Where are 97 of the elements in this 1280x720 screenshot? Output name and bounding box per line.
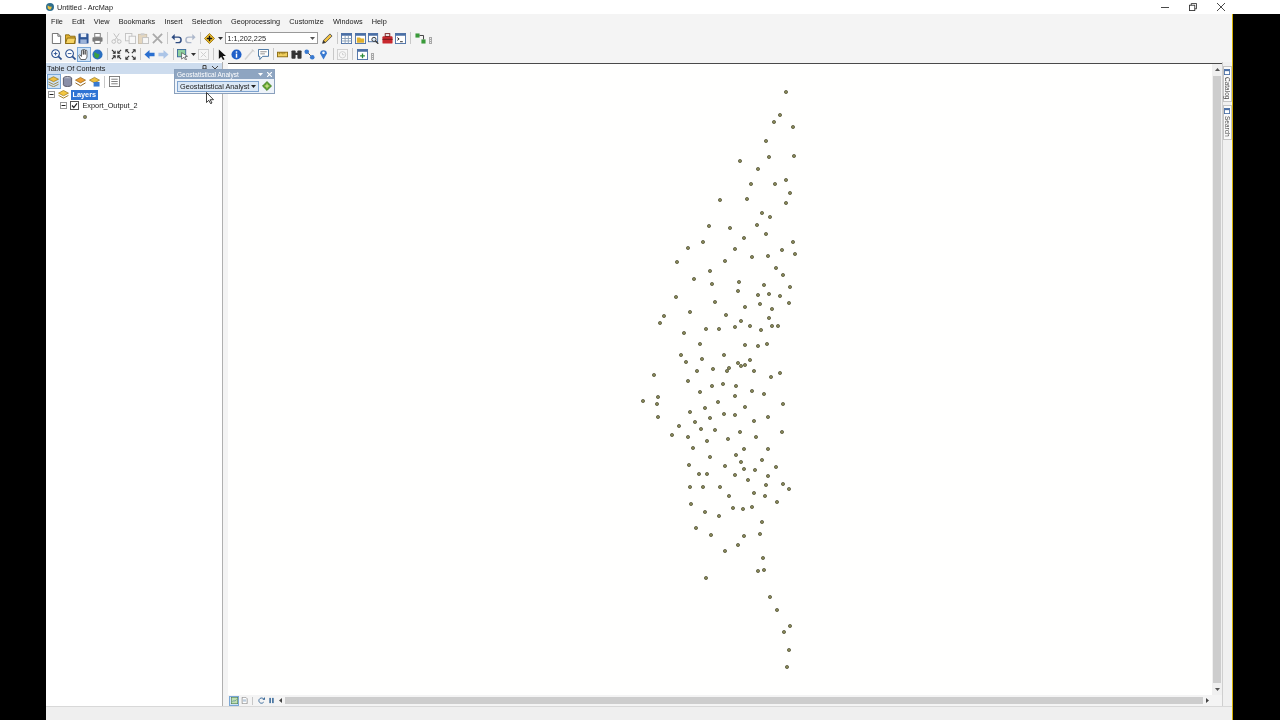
- table-button[interactable]: [340, 30, 354, 46]
- caret-icon: [258, 73, 264, 76]
- visibility-button[interactable]: [74, 74, 88, 89]
- window-icon: [1224, 69, 1230, 75]
- pin-icon[interactable]: [202, 65, 207, 72]
- viewer-window-button[interactable]: [355, 46, 369, 62]
- zoom-out-button[interactable]: [63, 46, 77, 62]
- hand-icon: [78, 48, 90, 60]
- search-button[interactable]: [367, 30, 381, 46]
- database-icon: [61, 76, 73, 87]
- globe-icon: [91, 48, 103, 60]
- checkbox[interactable]: [70, 101, 79, 110]
- right-arrow-icon: [157, 48, 169, 60]
- fixed-zoom-out-button[interactable]: [123, 46, 137, 62]
- minimize-icon: [1161, 6, 1169, 8]
- zoom-in-icon: [51, 48, 63, 60]
- grip-icon[interactable]: [371, 53, 374, 60]
- refresh-icon[interactable]: [257, 697, 265, 704]
- scrollbar-thumb[interactable]: [1213, 76, 1221, 683]
- html-popup-button[interactable]: [256, 46, 270, 62]
- model-builder-button[interactable]: [413, 30, 427, 46]
- scroll-right-icon[interactable]: [1206, 698, 1209, 703]
- map-pin-icon: [317, 48, 329, 60]
- caret-icon: [251, 84, 257, 88]
- zoom-in-button[interactable]: [50, 46, 64, 62]
- editor-button[interactable]: [320, 30, 334, 46]
- left-arrow-icon: [144, 48, 156, 60]
- scrollbar-thumb[interactable]: [285, 697, 1203, 704]
- pause-icon[interactable]: [267, 697, 275, 704]
- caret-icon: [217, 36, 223, 40]
- scroll-left-icon[interactable]: [279, 698, 282, 703]
- arrows-outward-icon: [124, 48, 136, 60]
- new-button[interactable]: [50, 30, 64, 46]
- expander-icon[interactable]: [48, 91, 55, 98]
- copy-icon: [124, 32, 136, 44]
- clock-window-icon: [337, 48, 349, 60]
- scroll-down-icon[interactable]: [1214, 688, 1220, 691]
- identify-button[interactable]: [229, 46, 243, 62]
- data-view-button[interactable]: [229, 695, 239, 706]
- layer-stack-icon: [75, 76, 87, 87]
- selection-button[interactable]: [87, 74, 101, 89]
- clipboard-icon: [138, 32, 150, 44]
- caret-icon: [309, 36, 315, 40]
- new-document-icon: [51, 32, 63, 44]
- layer-list-icon: [48, 76, 60, 87]
- magnifier-window-icon: [368, 32, 380, 44]
- plus-diamond-icon: [204, 32, 216, 44]
- undo-icon: [171, 32, 183, 44]
- layers-icon: [58, 90, 69, 99]
- toolbox-icon: [381, 32, 393, 44]
- linked-circles-icon: [304, 48, 316, 60]
- page-icon: [240, 697, 248, 704]
- toolbox-button[interactable]: [380, 30, 394, 46]
- expander-icon[interactable]: [60, 102, 67, 109]
- layer-selection-icon: [88, 76, 100, 87]
- full-extent-button[interactable]: [90, 46, 104, 62]
- plus-window-icon: [356, 48, 368, 60]
- redo-icon: [184, 32, 196, 44]
- save-button[interactable]: [77, 30, 91, 46]
- window-icon: [1224, 108, 1230, 115]
- map-sheet-icon: [230, 697, 238, 704]
- info-icon: [230, 48, 242, 60]
- add-data-button[interactable]: [203, 30, 217, 46]
- binoculars-icon: [290, 48, 302, 60]
- delete-icon: [151, 32, 163, 44]
- print-button[interactable]: [90, 30, 104, 46]
- open-folder-icon: [64, 32, 76, 44]
- arrows-inward-icon: [111, 48, 123, 60]
- save-icon: [78, 32, 90, 44]
- close-icon: [1217, 3, 1225, 11]
- mouse-pointer-icon: [206, 92, 214, 104]
- options-button[interactable]: [108, 74, 122, 89]
- pen-icon: [244, 48, 256, 60]
- map-pointer-icon: [177, 48, 189, 60]
- printer-icon: [91, 32, 103, 44]
- catalog-button[interactable]: [353, 30, 367, 46]
- zoom-out-icon: [64, 48, 76, 60]
- globe-icon: [46, 3, 54, 11]
- point-symbol-icon: [83, 114, 87, 119]
- grip-icon[interactable]: [429, 37, 432, 44]
- caret-icon: [190, 52, 196, 56]
- source-button[interactable]: [60, 74, 74, 89]
- diamond-icon[interactable]: [262, 81, 273, 91]
- folder-window-icon: [354, 32, 366, 44]
- scissors-icon: [111, 32, 123, 44]
- table-window-icon: [341, 32, 353, 44]
- pencil-icon: [321, 32, 333, 44]
- python-button[interactable]: [394, 30, 408, 46]
- pan-button[interactable]: [77, 46, 91, 62]
- flowchart-icon: [414, 32, 426, 44]
- list-icon: [109, 76, 121, 87]
- select-features-button[interactable]: [176, 46, 190, 62]
- console-window-icon: [395, 32, 407, 44]
- restore-icon: [1189, 3, 1197, 11]
- crossed-square-icon: [197, 48, 209, 60]
- scroll-up-icon[interactable]: [1214, 68, 1220, 71]
- speech-bubble-icon: [257, 48, 269, 60]
